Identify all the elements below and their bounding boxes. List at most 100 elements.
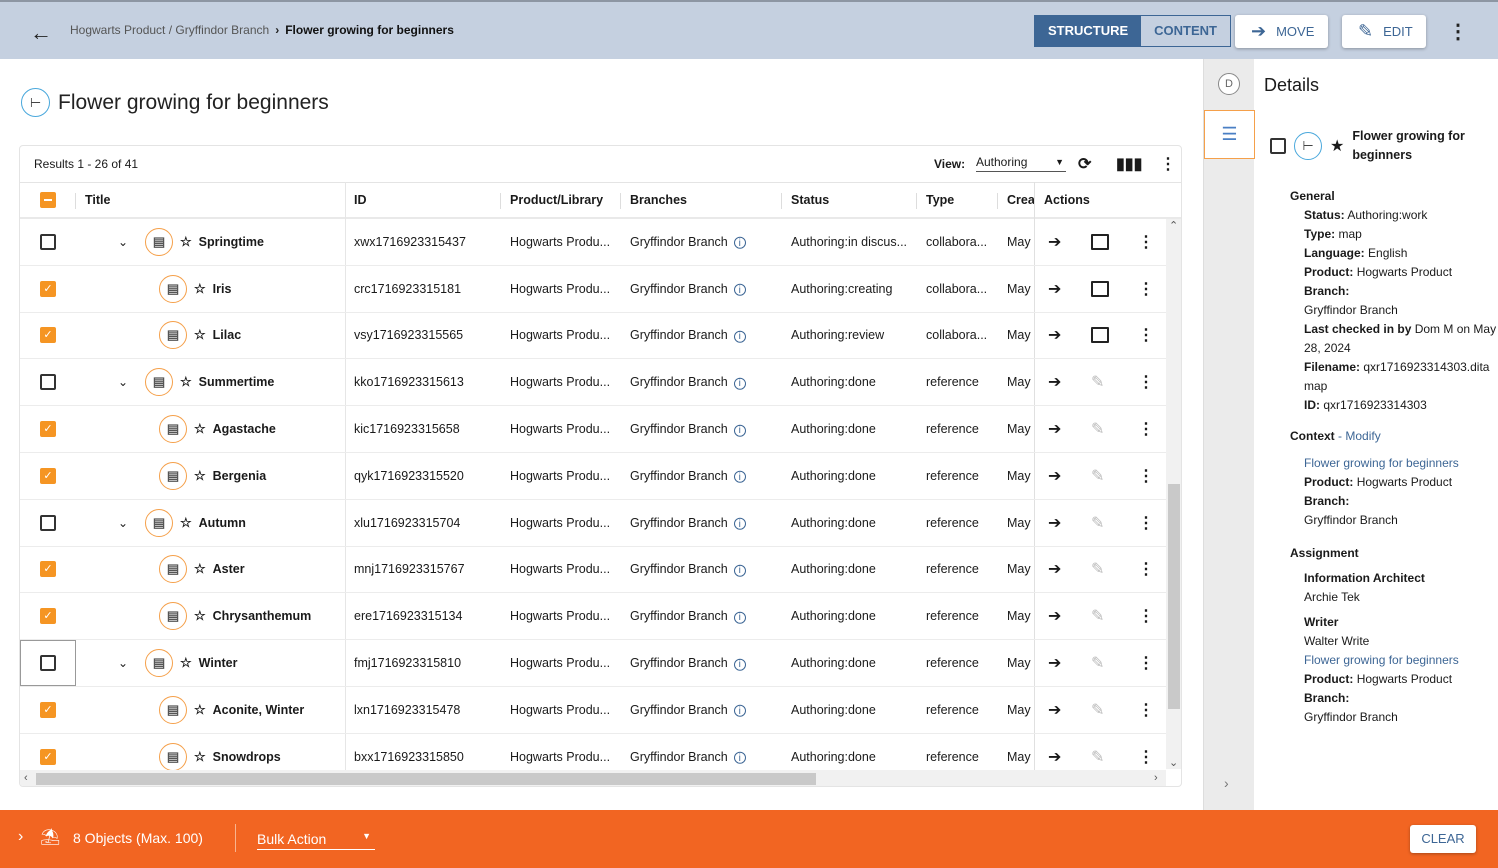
tab-content[interactable]: CONTENT [1141, 16, 1231, 46]
info-icon[interactable]: i [733, 424, 746, 437]
pencil-icon[interactable]: ✎ [1091, 466, 1104, 486]
col-branches[interactable]: Branches [630, 193, 687, 207]
info-icon[interactable]: i [733, 377, 746, 390]
col-product[interactable]: Product/Library [510, 193, 603, 207]
move-arrow-icon[interactable]: ➔ [1048, 747, 1061, 767]
more-vert-icon[interactable]: ⋮ [1138, 419, 1154, 439]
info-icon[interactable]: i [733, 658, 746, 671]
details-checkbox[interactable] [1270, 138, 1286, 154]
chevron-down-icon[interactable]: ⌄ [118, 235, 128, 249]
view-select[interactable]: Authoring ▼ [976, 155, 1066, 172]
table-row[interactable]: ✓ ▤ ☆ Lilac vsy1716923315565 Hogwarts Produ..… [20, 313, 1166, 360]
row-checkbox[interactable]: ✓ [40, 608, 56, 625]
row-checkbox[interactable] [40, 233, 56, 250]
move-arrow-icon[interactable]: ➔ [1048, 606, 1061, 626]
row-title[interactable]: ▤ ☆ Aconite, Winter [159, 695, 304, 724]
move-arrow-icon[interactable]: ➔ [1048, 700, 1061, 720]
chevron-down-icon[interactable]: ⌄ [118, 656, 128, 670]
row-title[interactable]: ▤ ☆ Chrysanthemum [159, 602, 311, 631]
scroll-down-icon[interactable]: ⌄ [1169, 756, 1178, 769]
row-checkbox[interactable]: ✓ [40, 561, 56, 578]
bulk-action-select[interactable]: Bulk Action ▼ [257, 831, 375, 850]
star-outline-icon[interactable]: ☆ [194, 421, 206, 437]
info-icon[interactable]: i [733, 564, 746, 577]
scroll-thumb[interactable] [36, 773, 816, 785]
more-vert-icon[interactable]: ⋮ [1138, 559, 1154, 579]
star-outline-icon[interactable]: ☆ [194, 561, 206, 577]
row-checkbox[interactable] [40, 514, 56, 531]
row-title[interactable]: ▤ ☆ Agastache [159, 415, 276, 444]
more-vert-icon[interactable]: ⋮ [1138, 606, 1154, 626]
tab-structure[interactable]: STRUCTURE [1035, 16, 1142, 46]
chevron-right-icon[interactable]: › [1224, 775, 1229, 791]
pencil-icon[interactable]: ✎ [1091, 653, 1104, 673]
pencil-icon[interactable]: ✎ [1091, 747, 1104, 767]
move-button[interactable]: ➔ MOVE [1235, 15, 1328, 48]
row-title[interactable]: ▤ ☆ Summertime [145, 368, 274, 397]
table-row[interactable]: ✓ ▤ ☆ Iris crc1716923315181 Hogwarts Produ...… [20, 266, 1166, 313]
row-title[interactable]: ▤ ☆ Bergenia [159, 461, 266, 490]
star-outline-icon[interactable]: ☆ [194, 608, 206, 624]
comment-icon[interactable] [1091, 233, 1109, 250]
scroll-right-icon[interactable]: › [1154, 772, 1158, 784]
select-all-checkbox[interactable] [40, 192, 56, 208]
info-icon[interactable]: i [733, 237, 746, 250]
table-row[interactable]: ✓ ▤ ☆ Aconite, Winter lxn1716923315478 Hogwar… [20, 687, 1166, 734]
row-checkbox[interactable]: ✓ [40, 327, 56, 344]
row-checkbox[interactable]: ✓ [40, 748, 56, 765]
col-id[interactable]: ID [354, 193, 367, 207]
clear-button[interactable]: CLEAR [1410, 825, 1476, 853]
star-outline-icon[interactable]: ☆ [194, 749, 206, 765]
move-arrow-icon[interactable]: ➔ [1048, 559, 1061, 579]
more-vert-icon[interactable]: ⋮ [1138, 513, 1154, 533]
col-type[interactable]: Type [926, 193, 954, 207]
info-icon[interactable]: i [733, 751, 746, 764]
context-link[interactable]: Flower growing for beginners [1297, 454, 1497, 473]
more-vert-icon[interactable]: ⋮ [1160, 154, 1176, 174]
row-checkbox[interactable]: ✓ [40, 280, 56, 297]
back-arrow-icon[interactable]: ← [30, 20, 52, 46]
more-vert-icon[interactable]: ⋮ [1138, 279, 1154, 299]
star-outline-icon[interactable]: ☆ [194, 327, 206, 343]
table-row[interactable]: ✓ ▤ ☆ Agastache kic1716923315658 Hogwarts Pro… [20, 406, 1166, 453]
row-checkbox[interactable] [40, 655, 56, 672]
more-vert-icon[interactable]: ⋮ [1138, 466, 1154, 486]
table-row[interactable]: ⌄ ▤ ☆ Springtime xwx1716923315437 Hogwarts Pr… [20, 219, 1166, 266]
pencil-icon[interactable]: ✎ [1091, 372, 1104, 392]
star-outline-icon[interactable]: ☆ [194, 702, 206, 718]
vertical-scrollbar[interactable]: ⌃ ⌄ [1166, 219, 1181, 769]
row-title[interactable]: ▤ ☆ Iris [159, 274, 231, 303]
star-outline-icon[interactable]: ☆ [180, 655, 192, 671]
chevron-right-icon[interactable]: › [18, 828, 23, 846]
details-tab-icon[interactable]: D [1218, 73, 1240, 95]
pencil-icon[interactable]: ✎ [1091, 559, 1104, 579]
chevron-down-icon[interactable]: ⌄ [118, 516, 128, 530]
row-title[interactable]: ▤ ☆ Snowdrops [159, 742, 281, 771]
table-row[interactable]: ⌄ ▤ ☆ Summertime kko1716923315613 Hogwarts Pr… [20, 359, 1166, 407]
scroll-thumb[interactable] [1168, 484, 1180, 709]
move-arrow-icon[interactable]: ➔ [1048, 325, 1061, 345]
pencil-icon[interactable]: ✎ [1091, 419, 1104, 439]
col-created[interactable]: Crea [1007, 193, 1035, 207]
chevron-down-icon[interactable]: ⌄ [118, 375, 128, 389]
move-arrow-icon[interactable]: ➔ [1048, 513, 1061, 533]
info-icon[interactable]: i [733, 283, 746, 296]
refresh-icon[interactable]: ⟳ [1078, 154, 1091, 174]
row-title[interactable]: ▤ ☆ Winter [145, 649, 237, 678]
table-row[interactable]: ⌄ ▤ ☆ Winter fmj1716923315810 Hogwarts Produ.… [20, 640, 1166, 687]
columns-icon[interactable]: ▮▮▮ [1116, 154, 1142, 174]
star-outline-icon[interactable]: ☆ [194, 281, 206, 297]
tree-tab-icon[interactable]: ☰ [1204, 110, 1255, 159]
move-arrow-icon[interactable]: ➔ [1048, 419, 1061, 439]
row-checkbox[interactable]: ✓ [40, 701, 56, 718]
row-checkbox[interactable]: ✓ [40, 421, 56, 438]
more-vert-icon[interactable]: ⋮ [1138, 372, 1154, 392]
row-title[interactable]: ▤ ☆ Aster [159, 555, 245, 584]
row-checkbox[interactable] [40, 374, 56, 391]
info-icon[interactable]: i [733, 471, 746, 484]
col-status[interactable]: Status [791, 193, 829, 207]
row-checkbox[interactable]: ✓ [40, 467, 56, 484]
info-icon[interactable]: i [733, 330, 746, 343]
pencil-icon[interactable]: ✎ [1091, 700, 1104, 720]
row-title[interactable]: ▤ ☆ Springtime [145, 227, 264, 256]
